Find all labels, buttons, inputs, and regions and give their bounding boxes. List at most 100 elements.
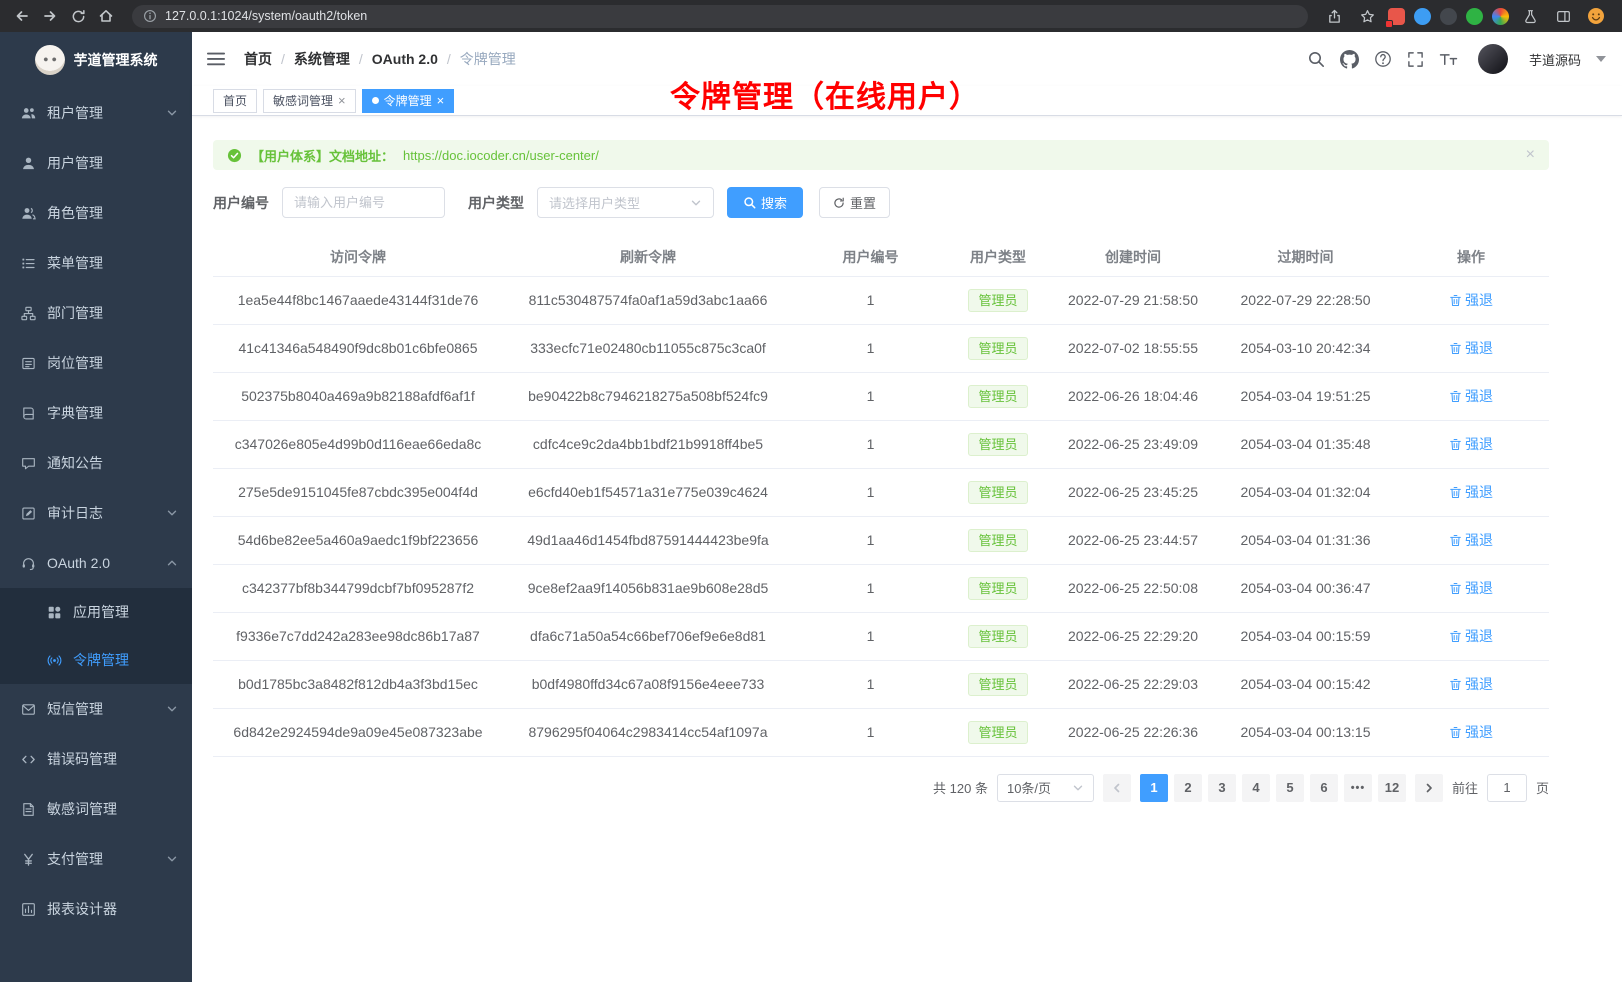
sidebar-item[interactable]: 岗位管理 bbox=[0, 338, 192, 388]
sidebar-item[interactable]: 审计日志 bbox=[0, 488, 192, 538]
sidebar-item-label: 租户管理 bbox=[47, 103, 155, 123]
expire-time-cell: 2054-03-04 01:31:36 bbox=[1218, 516, 1393, 564]
address-bar[interactable]: 127.0.0.1:1024/system/oauth2/token bbox=[132, 5, 1308, 28]
breadcrumb-separator: / bbox=[447, 51, 451, 67]
tab-item[interactable]: 敏感词管理× bbox=[263, 89, 356, 113]
github-icon[interactable] bbox=[1340, 50, 1359, 69]
sidebar-item[interactable]: OAuth 2.0 bbox=[0, 538, 192, 588]
sidebar-item[interactable]: 支付管理 bbox=[0, 834, 192, 884]
create-time-cell: 2022-07-02 18:55:55 bbox=[1048, 324, 1218, 372]
user-id-cell: 1 bbox=[793, 564, 948, 612]
refresh-token-cell: 8796295f04064c2983414cc54af1097a bbox=[503, 708, 793, 756]
search-icon[interactable] bbox=[1307, 50, 1325, 68]
reset-button[interactable]: 重置 bbox=[819, 187, 890, 218]
reload-icon[interactable] bbox=[66, 4, 90, 28]
force-logout-button[interactable]: 强退 bbox=[1449, 674, 1493, 694]
font-size-icon[interactable] bbox=[1439, 52, 1458, 67]
page-size-select[interactable]: 10条/页 bbox=[997, 774, 1094, 802]
sidebar-item[interactable]: 用户管理 bbox=[0, 138, 192, 188]
chevron-down-icon bbox=[1072, 782, 1084, 794]
help-icon[interactable] bbox=[1374, 50, 1392, 68]
alert-close-icon[interactable]: × bbox=[1526, 147, 1535, 163]
close-icon[interactable]: × bbox=[338, 94, 346, 107]
page-button-4[interactable]: 4 bbox=[1242, 774, 1270, 802]
force-logout-button[interactable]: 强退 bbox=[1449, 290, 1493, 310]
prev-page-button[interactable] bbox=[1103, 774, 1131, 802]
page-button-2[interactable]: 2 bbox=[1174, 774, 1202, 802]
page-button-6[interactable]: 6 bbox=[1310, 774, 1338, 802]
next-page-button[interactable] bbox=[1415, 774, 1443, 802]
breadcrumb-item[interactable]: 系统管理 bbox=[294, 49, 350, 69]
column-header: 操作 bbox=[1393, 239, 1549, 276]
caret-down-icon[interactable] bbox=[1596, 56, 1606, 62]
tab-item[interactable]: 首页 bbox=[213, 89, 257, 113]
force-logout-button[interactable]: 强退 bbox=[1449, 482, 1493, 502]
extension-dark-icon[interactable] bbox=[1440, 8, 1457, 25]
chevron-down-icon bbox=[166, 703, 178, 715]
split-view-icon[interactable] bbox=[1551, 4, 1575, 28]
alert-link[interactable]: https://doc.iocoder.cn/user-center/ bbox=[403, 148, 599, 163]
extension-red-icon[interactable] bbox=[1388, 8, 1405, 25]
user-type-badge: 管理员 bbox=[968, 481, 1027, 504]
page-button-1[interactable]: 1 bbox=[1140, 774, 1168, 802]
fullscreen-icon[interactable] bbox=[1407, 51, 1424, 68]
extension-flask-icon[interactable] bbox=[1518, 4, 1542, 28]
pay-icon bbox=[20, 852, 36, 867]
user-id-input[interactable] bbox=[282, 187, 445, 218]
access-token-cell: 41c41346a548490f9dc8b01c6bfe0865 bbox=[213, 324, 503, 372]
sidebar-item[interactable]: 字典管理 bbox=[0, 388, 192, 438]
page-button-12[interactable]: 12 bbox=[1378, 774, 1406, 802]
hamburger-icon[interactable] bbox=[206, 49, 226, 69]
user-name[interactable]: 芋道源码 bbox=[1529, 50, 1581, 69]
force-logout-button[interactable]: 强退 bbox=[1449, 626, 1493, 646]
breadcrumb-item[interactable]: OAuth 2.0 bbox=[372, 51, 438, 67]
user-avatar[interactable] bbox=[1478, 44, 1508, 74]
user-type-select[interactable]: 请选择用户类型 bbox=[537, 187, 714, 218]
force-logout-button[interactable]: 强退 bbox=[1449, 338, 1493, 358]
force-logout-button[interactable]: 强退 bbox=[1449, 722, 1493, 742]
extension-colorful-icon[interactable] bbox=[1492, 8, 1509, 25]
home-icon[interactable] bbox=[94, 4, 118, 28]
table-row: 41c41346a548490f9dc8b01c6bfe0865333ecfc7… bbox=[213, 324, 1549, 372]
pager-ellipsis[interactable]: ••• bbox=[1344, 774, 1372, 802]
sidebar-item[interactable]: 通知公告 bbox=[0, 438, 192, 488]
sidebar-item[interactable]: 敏感词管理 bbox=[0, 784, 192, 834]
page-button-5[interactable]: 5 bbox=[1276, 774, 1304, 802]
force-logout-button[interactable]: 强退 bbox=[1449, 434, 1493, 454]
page-button-3[interactable]: 3 bbox=[1208, 774, 1236, 802]
action-cell: 强退 bbox=[1393, 324, 1549, 372]
force-logout-button[interactable]: 强退 bbox=[1449, 386, 1493, 406]
back-icon[interactable] bbox=[10, 4, 34, 28]
extension-green-icon[interactable] bbox=[1466, 8, 1483, 25]
share-icon[interactable] bbox=[1322, 4, 1346, 28]
app-logo[interactable]: 芋道管理系统 bbox=[0, 32, 192, 88]
sidebar-item[interactable]: 应用管理 bbox=[0, 588, 192, 636]
site-info-icon[interactable] bbox=[143, 9, 157, 23]
breadcrumb-item[interactable]: 首页 bbox=[244, 49, 272, 69]
force-logout-button[interactable]: 强退 bbox=[1449, 578, 1493, 598]
profile-avatar[interactable] bbox=[1584, 4, 1608, 28]
user-id-cell: 1 bbox=[793, 660, 948, 708]
app-title: 芋道管理系统 bbox=[74, 50, 158, 70]
extension-blue-icon[interactable] bbox=[1414, 8, 1431, 25]
sidebar-item-label: 报表设计器 bbox=[47, 899, 178, 919]
expire-time-cell: 2054-03-04 01:32:04 bbox=[1218, 468, 1393, 516]
bookmark-star-icon[interactable] bbox=[1355, 4, 1379, 28]
tab-label: 首页 bbox=[223, 92, 247, 109]
access-token-cell: 6d842e2924594de9a09e45e087323abe bbox=[213, 708, 503, 756]
forward-icon[interactable] bbox=[38, 4, 62, 28]
user-type-badge: 管理员 bbox=[968, 625, 1027, 648]
goto-page-input[interactable] bbox=[1487, 774, 1527, 802]
sidebar-item[interactable]: 角色管理 bbox=[0, 188, 192, 238]
sidebar-item[interactable]: 菜单管理 bbox=[0, 238, 192, 288]
sidebar-item[interactable]: 部门管理 bbox=[0, 288, 192, 338]
sidebar-item[interactable]: 租户管理 bbox=[0, 88, 192, 138]
sidebar-item[interactable]: 错误码管理 bbox=[0, 734, 192, 784]
search-button[interactable]: 搜索 bbox=[727, 187, 803, 218]
sidebar-item[interactable]: 报表设计器 bbox=[0, 884, 192, 934]
close-icon[interactable]: × bbox=[437, 94, 445, 107]
force-logout-button[interactable]: 强退 bbox=[1449, 530, 1493, 550]
tab-active[interactable]: 令牌管理× bbox=[362, 89, 455, 113]
sidebar-item[interactable]: 令牌管理 bbox=[0, 636, 192, 684]
sidebar-item[interactable]: 短信管理 bbox=[0, 684, 192, 734]
